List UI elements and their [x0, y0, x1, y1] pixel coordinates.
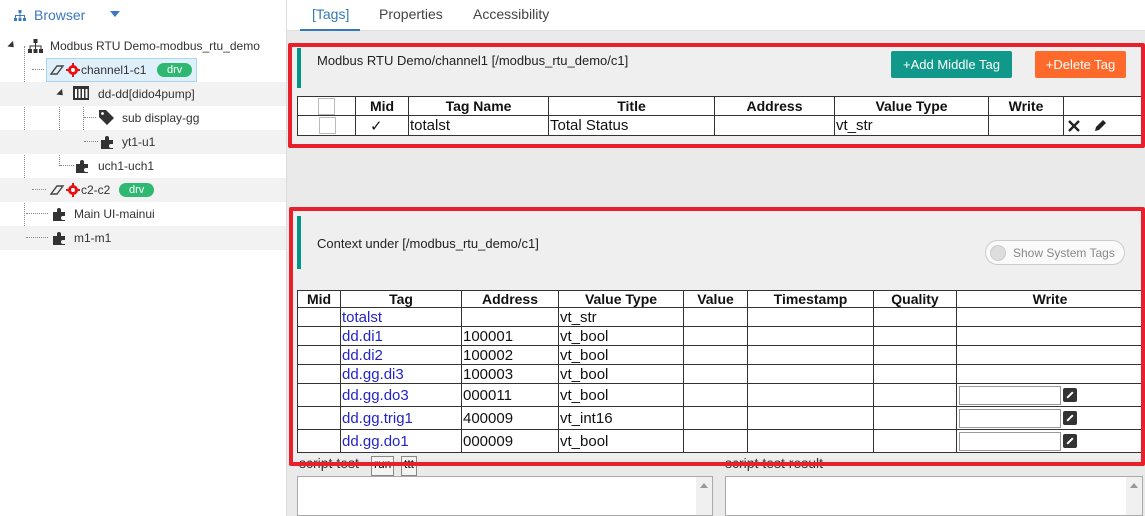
device-icon: [73, 86, 89, 100]
tree-item-main-ui[interactable]: Main UI-mainui: [0, 202, 286, 226]
tree-item-yt1[interactable]: yt1-u1: [0, 130, 286, 154]
tree-line: [26, 237, 48, 238]
scroll-up-icon[interactable]: [1130, 483, 1138, 488]
tree-item-label: Main UI-mainui: [74, 207, 155, 221]
scrollbar[interactable]: [696, 477, 712, 515]
caret-down-icon[interactable]: [56, 88, 66, 99]
caret-down-icon[interactable]: [7, 40, 17, 51]
tab-bar: [Tags] Properties Accessibility: [287, 0, 1145, 31]
link-icon: [49, 185, 65, 195]
sitemap-icon: [14, 10, 26, 21]
sitemap-icon: [28, 39, 43, 53]
puzzle-icon: [53, 232, 65, 245]
puzzle-icon: [101, 136, 113, 149]
sidebar: Browser Modbus RTU Demo-modbus_rtu_demo: [0, 0, 287, 516]
tree-item-label: dd-dd[dido4pump]: [98, 87, 195, 101]
chevron-down-icon[interactable]: [110, 11, 120, 17]
browser-header[interactable]: Browser: [0, 0, 286, 30]
tree-item-label: sub display-gg: [122, 111, 200, 125]
scrollbar[interactable]: [1126, 477, 1142, 515]
tree-item-label: m1-m1: [74, 231, 112, 245]
tree-item-c2[interactable]: c2-c2 drv: [0, 178, 286, 202]
tree-line: [84, 141, 98, 142]
tree-item-label: Modbus RTU Demo-modbus_rtu_demo: [50, 39, 260, 53]
script-input[interactable]: [297, 476, 713, 516]
tree-line: [26, 213, 48, 214]
script-result-output[interactable]: [725, 476, 1143, 516]
tree-item-channel1[interactable]: channel1-c1 drv: [0, 58, 286, 82]
tree-item-dd[interactable]: dd-dd[dido4pump]: [0, 82, 286, 106]
tree-line: [84, 117, 96, 118]
tree-line: [60, 165, 74, 166]
scroll-up-icon[interactable]: [700, 483, 708, 488]
gear-icon: [66, 63, 80, 77]
gear-icon: [66, 183, 80, 197]
tree-item-root[interactable]: Modbus RTU Demo-modbus_rtu_demo: [0, 34, 286, 58]
link-icon: [49, 65, 65, 75]
tree-item-label: c2-c2: [81, 183, 111, 197]
highlight-frame-context: [289, 207, 1145, 466]
tab-tags[interactable]: [Tags]: [312, 6, 349, 22]
driver-badge: drv: [119, 183, 155, 197]
tree-line: [32, 189, 46, 190]
browser-title: Browser: [34, 7, 86, 23]
tree-item-label: uch1-uch1: [98, 159, 155, 173]
tree-item-label: yt1-u1: [122, 135, 156, 149]
driver-badge: drv: [157, 63, 193, 77]
highlight-frame-tags: [288, 43, 1145, 148]
tree-line: [32, 69, 44, 70]
tree-item-sub-display[interactable]: sub display-gg: [0, 106, 286, 130]
main-area: [Tags] Properties Accessibility Modbus R…: [287, 0, 1145, 516]
active-tab-indicator: [300, 29, 360, 31]
tags-icon: [99, 110, 114, 125]
app-root: Browser Modbus RTU Demo-modbus_rtu_demo: [0, 0, 1145, 516]
tree-item-m1[interactable]: m1-m1: [0, 226, 286, 250]
tree-item-label: channel1-c1: [81, 63, 147, 77]
puzzle-icon: [53, 208, 65, 221]
tab-accessibility[interactable]: Accessibility: [473, 6, 549, 22]
tab-properties[interactable]: Properties: [379, 6, 443, 22]
puzzle-icon: [76, 160, 88, 173]
tree-item-uch1[interactable]: uch1-uch1: [0, 154, 286, 178]
